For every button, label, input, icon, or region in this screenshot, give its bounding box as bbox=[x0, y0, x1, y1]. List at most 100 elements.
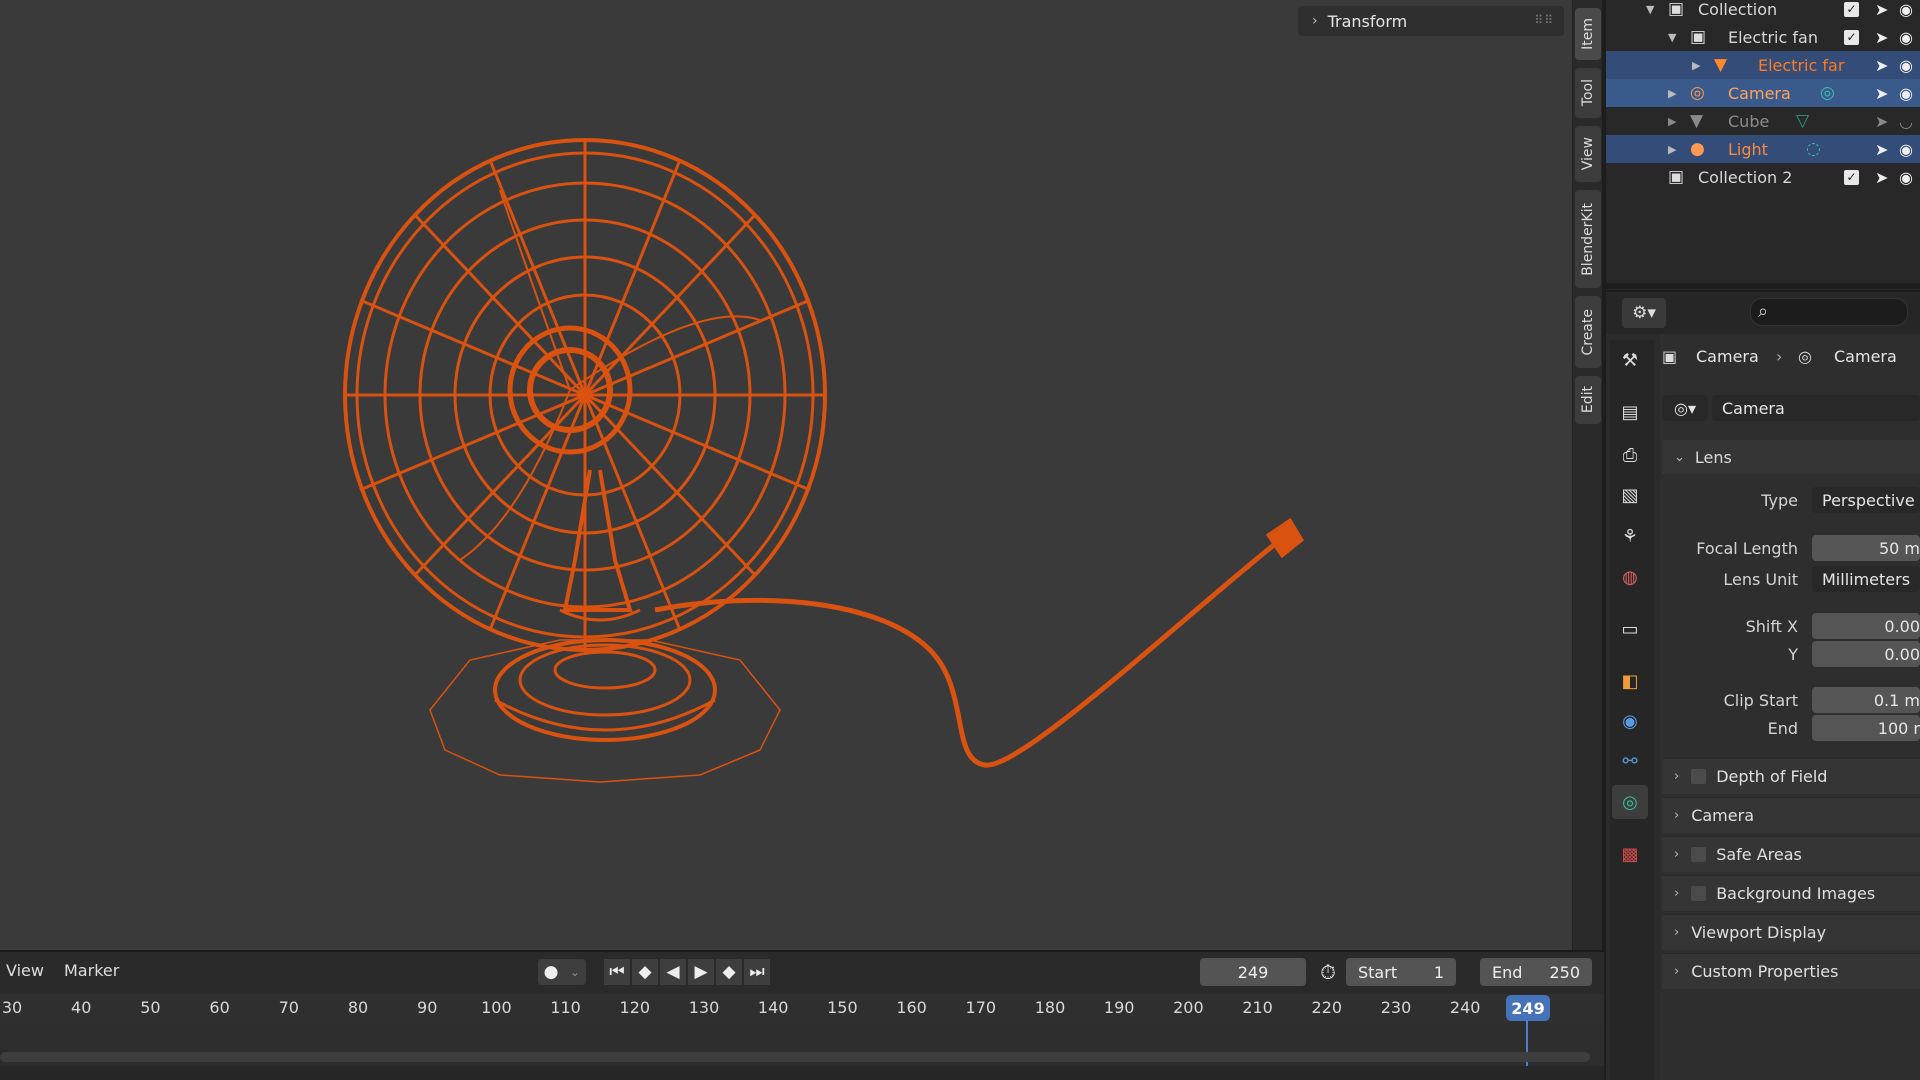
camera-data-tab-icon[interactable]: ◎ bbox=[1612, 785, 1648, 819]
select-arrow-icon[interactable]: ➤ bbox=[1875, 84, 1888, 103]
properties-search-input[interactable] bbox=[1750, 298, 1908, 326]
electric-fan-wireframe[interactable] bbox=[0, 0, 1572, 950]
transform-panel[interactable]: › Transform ⠿⠿ bbox=[1298, 6, 1564, 36]
select-arrow-icon[interactable]: ➤ bbox=[1875, 28, 1888, 47]
world-tab-icon[interactable]: ◍ bbox=[1612, 560, 1648, 594]
expand-down-icon[interactable]: ▼ bbox=[1646, 3, 1654, 16]
outliner-row-collection-2[interactable]: ▣ Collection 2 ✓ ➤ ◉ bbox=[1606, 163, 1920, 191]
texture-tab-icon[interactable]: ▩ bbox=[1612, 837, 1648, 871]
clip-end-field[interactable]: 100 r bbox=[1812, 715, 1920, 741]
light-data-icon[interactable]: ◌ bbox=[1806, 139, 1821, 159]
play-icon[interactable]: ▶ bbox=[688, 959, 714, 985]
eye-icon[interactable]: ◉ bbox=[1899, 0, 1913, 19]
tool-tab-icon[interactable]: ⚒ bbox=[1612, 343, 1648, 377]
outliner-row-light[interactable]: ▶ ● Light ◌ ➤ ◉ bbox=[1606, 135, 1920, 163]
jump-to-end-icon[interactable]: ⏭ bbox=[744, 959, 770, 985]
tab-view[interactable]: View bbox=[1575, 126, 1601, 182]
expand-down-icon[interactable]: ▼ bbox=[1668, 31, 1676, 44]
eye-icon[interactable]: ◉ bbox=[1899, 28, 1913, 47]
jump-to-start-icon[interactable]: ⏮ bbox=[604, 959, 630, 985]
safe-areas-panel[interactable]: › Safe Areas bbox=[1662, 836, 1920, 872]
eye-icon[interactable]: ◉ bbox=[1899, 56, 1913, 75]
depth-of-field-panel[interactable]: › Depth of Field bbox=[1662, 758, 1920, 794]
editor-type-button[interactable]: ⚙▾ bbox=[1622, 298, 1666, 328]
record-icon[interactable]: ● bbox=[538, 959, 564, 985]
drag-grip-icon[interactable]: ⠿⠿ bbox=[1534, 13, 1554, 27]
chevron-right-icon: › bbox=[1674, 808, 1680, 823]
checkbox-icon[interactable]: ✓ bbox=[1844, 1, 1859, 17]
expand-right-icon[interactable]: ▶ bbox=[1668, 87, 1676, 100]
render-tab-icon[interactable]: ▤ bbox=[1612, 395, 1648, 429]
eye-closed-icon[interactable]: ◡ bbox=[1899, 112, 1913, 131]
outliner-row-electric-fan-mesh[interactable]: ▶ ▼ Electric far ➤ ◉ bbox=[1606, 51, 1920, 79]
clip-start-field[interactable]: 0.1 m bbox=[1812, 687, 1920, 713]
lens-type-dropdown[interactable]: Perspective bbox=[1812, 487, 1920, 513]
timeline-tick-label: 90 bbox=[417, 998, 438, 1017]
outliner-row-camera[interactable]: ▶ ◎ Camera ◎ ➤ ◉ bbox=[1606, 79, 1920, 107]
camera-icon: ◎ bbox=[1798, 347, 1812, 366]
tab-edit[interactable]: Edit bbox=[1575, 376, 1601, 424]
datablock-name-field[interactable]: Camera bbox=[1712, 395, 1920, 421]
viewport-display-panel[interactable]: › Viewport Display bbox=[1662, 914, 1920, 950]
timeline-scrollbar[interactable] bbox=[0, 1052, 1590, 1062]
collection-tab-icon[interactable]: ▭ bbox=[1612, 612, 1648, 646]
eye-icon[interactable]: ◉ bbox=[1899, 84, 1913, 103]
lens-unit-dropdown[interactable]: Millimeters bbox=[1812, 566, 1920, 592]
tab-create[interactable]: Create bbox=[1575, 296, 1601, 368]
eye-icon[interactable]: ◉ bbox=[1899, 140, 1913, 159]
object-tab-icon[interactable]: ◧ bbox=[1612, 664, 1648, 698]
timeline-ruler[interactable] bbox=[0, 994, 1604, 1024]
scene-tab-icon[interactable]: ⚘ bbox=[1612, 519, 1648, 553]
checkbox[interactable] bbox=[1691, 769, 1707, 784]
outliner-scrollbar[interactable] bbox=[1606, 283, 1920, 289]
mesh-data-icon[interactable]: ▽ bbox=[1796, 111, 1809, 131]
tab-blenderkit[interactable]: BlenderKit bbox=[1575, 190, 1601, 288]
current-frame-field[interactable]: 249 bbox=[1200, 958, 1306, 986]
shift-x-field[interactable]: 0.00 bbox=[1812, 613, 1920, 639]
expand-right-icon[interactable]: ▶ bbox=[1668, 143, 1676, 156]
view-layer-tab-icon[interactable]: ▧ bbox=[1612, 478, 1648, 512]
checkbox[interactable] bbox=[1691, 847, 1707, 862]
end-frame-field[interactable]: End 250 bbox=[1480, 958, 1592, 986]
camera-data-icon[interactable]: ◎ bbox=[1820, 83, 1835, 103]
physics-tab-icon[interactable]: ◉ bbox=[1612, 704, 1648, 738]
shift-y-field[interactable]: 0.00 bbox=[1812, 641, 1920, 667]
timeline-menu-view[interactable]: View bbox=[6, 961, 44, 980]
select-arrow-icon[interactable]: ➤ bbox=[1875, 0, 1888, 19]
stopwatch-icon[interactable]: ⏱ bbox=[1314, 959, 1342, 985]
play-reverse-icon[interactable]: ◀ bbox=[660, 959, 686, 985]
3d-viewport[interactable] bbox=[0, 0, 1572, 950]
tab-tool[interactable]: Tool bbox=[1575, 68, 1601, 118]
background-images-panel[interactable]: › Background Images bbox=[1662, 875, 1920, 911]
collection-icon: ▣ bbox=[1690, 27, 1707, 47]
lens-panel-header[interactable]: ⌄ Lens bbox=[1662, 440, 1920, 474]
checkbox-icon[interactable]: ✓ bbox=[1844, 169, 1859, 185]
datablock-browse-button[interactable]: ◎▾ bbox=[1662, 395, 1708, 421]
checkbox[interactable] bbox=[1691, 886, 1707, 901]
outliner-row-cube[interactable]: ▶ ▼ Cube ▽ ➤ ◡ bbox=[1606, 107, 1920, 135]
next-keyframe-icon[interactable]: ◆ bbox=[716, 959, 742, 985]
outliner[interactable]: ▼ ▣ Collection ✓ ➤ ◉ ▼ ▣ Electric fan ✓ … bbox=[1606, 0, 1920, 290]
select-arrow-icon[interactable]: ➤ bbox=[1875, 140, 1888, 159]
expand-right-icon[interactable]: ▶ bbox=[1692, 59, 1700, 72]
constraints-tab-icon[interactable]: ⚯ bbox=[1612, 744, 1648, 778]
focal-length-field[interactable]: 50 m bbox=[1812, 535, 1920, 561]
eye-icon[interactable]: ◉ bbox=[1899, 168, 1913, 187]
start-frame-field[interactable]: Start 1 bbox=[1346, 958, 1456, 986]
timeline-menu-marker[interactable]: Marker bbox=[64, 961, 119, 980]
camera-panel[interactable]: › Camera bbox=[1662, 797, 1920, 833]
current-frame-badge[interactable]: 249 bbox=[1506, 995, 1550, 1021]
select-arrow-icon[interactable]: ➤ bbox=[1875, 168, 1888, 187]
output-tab-icon[interactable]: ⎙ bbox=[1612, 438, 1648, 472]
outliner-row-collection[interactable]: ▼ ▣ Collection ✓ ➤ ◉ bbox=[1606, 0, 1920, 23]
sidebar-tabs: Item Tool View BlenderKit Create Edit bbox=[1572, 0, 1602, 950]
outliner-row-electric-fan-collection[interactable]: ▼ ▣ Electric fan ✓ ➤ ◉ bbox=[1606, 23, 1920, 51]
select-arrow-icon[interactable]: ➤ bbox=[1875, 112, 1888, 131]
custom-properties-panel[interactable]: › Custom Properties bbox=[1662, 953, 1920, 989]
checkbox-icon[interactable]: ✓ bbox=[1844, 29, 1859, 45]
tab-item[interactable]: Item bbox=[1575, 8, 1601, 60]
chevron-down-icon[interactable]: ⌄ bbox=[564, 959, 586, 985]
select-arrow-icon[interactable]: ➤ bbox=[1875, 56, 1888, 75]
prev-keyframe-icon[interactable]: ◆ bbox=[632, 959, 658, 985]
expand-right-icon[interactable]: ▶ bbox=[1668, 115, 1676, 128]
